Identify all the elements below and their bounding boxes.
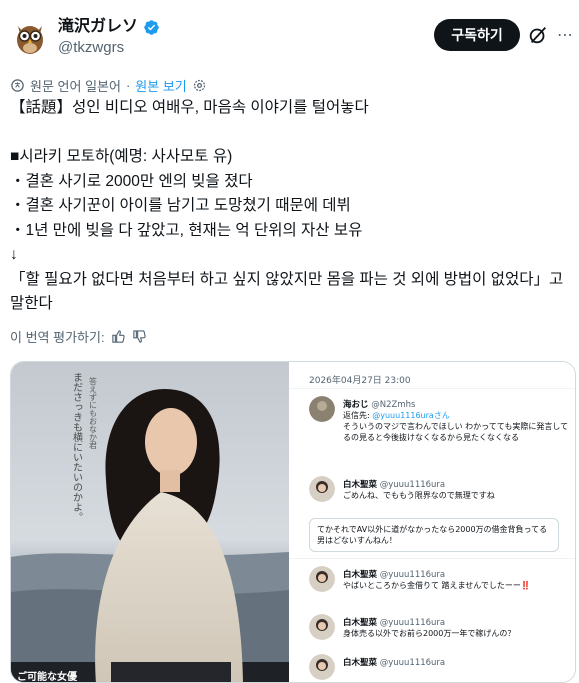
avatar <box>309 614 335 640</box>
reply-author-name: 白木聖菜 <box>343 658 378 668</box>
owl-avatar-icon <box>10 16 50 56</box>
x-replies-screenshot: 2026年04月27日 23:00 海おじ @N2Zmhs 返信先: @yuuu… <box>289 362 575 682</box>
tweet-line: ■시라키 모토하(예명: 사사모토 유) <box>10 148 233 165</box>
author-display-name[interactable]: 滝沢ガレソ <box>58 17 160 37</box>
gear-icon[interactable] <box>192 78 207 93</box>
photo-caption-2: 答えずにもおなか君 <box>89 376 98 450</box>
reply-to-label: 返信先: <box>343 411 370 420</box>
rate-translation-label: 이 번역 평가하기: <box>10 330 105 345</box>
reply-item: 白木聖菜 @yuuu1116ura やばいところから金借りて 踏えませんでしたー… <box>309 566 569 606</box>
thumbs-down-icon[interactable] <box>132 329 147 344</box>
grok-icon[interactable] <box>527 24 549 46</box>
author-avatar[interactable] <box>10 16 50 56</box>
tweet-line: ↓ <box>10 246 18 263</box>
reply-text: ごめんね、でももう限界なので無理ですね <box>343 491 495 500</box>
reply-item: 海おじ @N2Zmhs 返信先: @yuuu1116uraさん そういうのマジで… <box>309 396 569 464</box>
photo-caption: まださっきも横にいたいのかよ。 <box>71 372 83 522</box>
reply-author-name: 白木聖菜 <box>343 480 378 490</box>
tweet-line: ・결혼 사기꾼이 아이를 남기고 도망쳤기 때문에 데뷔 <box>10 197 351 214</box>
author-info: 滝沢ガレソ @tkzwgrs <box>58 17 160 57</box>
photo-bottom-text: ご可能な女優 <box>17 670 78 683</box>
rate-translation-row: 이 번역 평가하기: <box>10 327 147 346</box>
reply-item: 白木聖菜 @yuuu1116ura 身体売る以外でお前ら2000万一年で稼げんの… <box>309 614 569 644</box>
reply-text: そういうのマジで言わんでほしい わかってても実際に発言してるの見ると今後抜けなく… <box>343 422 569 442</box>
reply-author-name: 白木聖菜 <box>343 618 378 628</box>
tweet-line: 【話題】성인 비디오 여배우, 마음속 이야기를 털어놓다 <box>10 99 369 116</box>
screenshot-date: 2026年04月27日 23:00 <box>309 376 411 386</box>
tweet-line <box>10 121 570 146</box>
translate-icon <box>11 79 24 92</box>
reply-text: 身体売る以外でお前ら2000万一年で稼げんの？ <box>343 629 516 638</box>
tweet-line: 「할 필요가 없다면 처음부터 하고 싶지 않았지만 몸을 파는 것 외에 방법… <box>10 270 564 313</box>
avatar <box>309 654 335 680</box>
reply-author-handle: @yuuu1116ura <box>379 618 446 628</box>
reply-author-handle: @yuuu1116ura <box>379 480 446 490</box>
reply-author-handle: @N2Zmhs <box>371 400 416 410</box>
quoted-text-box: てかそれでAV以外に道がなかったなら2000万の借金背負ってる男はどないすんねん… <box>309 518 559 552</box>
subscribe-button[interactable]: 구독하기 <box>434 19 520 51</box>
display-name-text: 滝沢ガレソ <box>58 18 139 35</box>
avatar <box>309 476 335 502</box>
thumbs-up-icon[interactable] <box>111 329 126 344</box>
translated-from-label: 원문 언어 일본어 <box>30 79 121 94</box>
reply-to-handle: @yuuu1116uraさん <box>372 411 450 420</box>
show-original-link[interactable]: 원본 보기 <box>135 76 186 95</box>
translation-bar: 원문 언어 일본어 · 원본 보기 <box>10 76 207 95</box>
reply-author-handle: @yuuu1116ura <box>379 570 446 580</box>
tweet-text: 【話題】성인 비디오 여배우, 마음속 이야기를 털어놓다 ■시라키 모토하(예… <box>10 96 570 317</box>
divider <box>289 388 575 389</box>
tweet-media[interactable]: まださっきも横にいたいのかよ。 答えずにもおなか君 ご可能な女優 2026年04… <box>10 361 576 683</box>
verified-badge-icon <box>144 19 159 35</box>
avatar <box>309 396 335 422</box>
reply-item: 白木聖菜 @yuuu1116ura ごめんね、でももう限界なので無理ですね <box>309 476 569 506</box>
tweet-line: ・결혼 사기로 2000만 엔의 빚을 졌다 <box>10 172 253 190</box>
reply-author-name: 海おじ <box>343 400 369 410</box>
author-handle[interactable]: @tkzwgrs <box>58 39 160 57</box>
reply-author-name: 白木聖菜 <box>343 570 378 580</box>
tweet-line: ・1년 만에 빚을 다 갚았고, 현재는 억 단위의 자산 보유 <box>10 221 363 239</box>
woman-photo-image[interactable]: まださっきも横にいたいのかよ。 答えずにもおなか君 ご可能な女優 <box>11 362 289 683</box>
separator-dot: · <box>125 78 131 93</box>
divider <box>289 558 575 559</box>
reply-text: やばいところから金借りて 踏えませんでしたーー‼️ <box>343 581 531 590</box>
more-dots-icon[interactable]: ⋯ <box>557 25 577 45</box>
avatar <box>309 566 335 592</box>
reply-item: 白木聖菜 @yuuu1116ura <box>309 654 569 682</box>
reply-author-handle: @yuuu1116ura <box>379 658 446 668</box>
